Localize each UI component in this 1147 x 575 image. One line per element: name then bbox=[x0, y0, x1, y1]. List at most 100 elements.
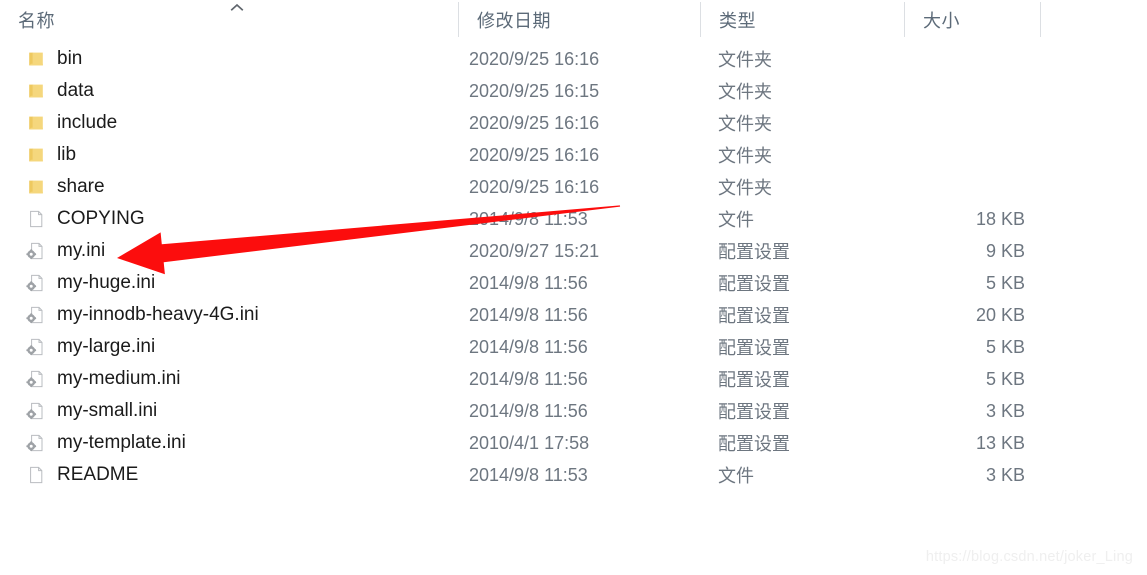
column-header-bar: 名称 修改日期 类型 大小 bbox=[0, 0, 1147, 39]
cell-size: 18 KB bbox=[975, 208, 1025, 229]
watermark-text: https://blog.csdn.net/joker_Ling bbox=[925, 549, 1133, 565]
file-name-label: my-large.ini bbox=[57, 336, 156, 357]
cell-size: 3 KB bbox=[985, 464, 1025, 485]
cell-name[interactable]: my-large.ini bbox=[0, 331, 458, 363]
config-file-icon bbox=[26, 273, 46, 293]
cell-date-modified: 2014/9/8 11:56 bbox=[469, 400, 588, 421]
table-row[interactable]: bin 2020/9/25 16:16 文件夹 bbox=[0, 43, 1147, 75]
cell-date-modified: 2014/9/8 11:53 bbox=[469, 464, 588, 485]
table-row[interactable]: my-innodb-heavy-4G.ini 2014/9/8 11:56 配置设置… bbox=[0, 299, 1147, 331]
column-header-type[interactable]: 类型 bbox=[701, 0, 904, 39]
cell-date-modified: 2014/9/8 11:56 bbox=[469, 368, 588, 389]
table-row[interactable]: my-medium.ini 2014/9/8 11:56 配置设置 5 KB bbox=[0, 363, 1147, 395]
cell-name[interactable]: bin bbox=[0, 43, 458, 75]
cell-name[interactable]: COPYING bbox=[0, 203, 458, 235]
cell-name[interactable]: README bbox=[0, 459, 458, 491]
folder-icon bbox=[26, 81, 46, 101]
table-row[interactable]: my-template.ini 2010/4/1 17:58 配置设置 13 KB bbox=[0, 427, 1147, 459]
cell-type: 配置设置 bbox=[718, 434, 790, 454]
cell-name[interactable]: lib bbox=[0, 139, 458, 171]
cell-type: 文件 bbox=[718, 466, 754, 486]
table-row[interactable]: data 2020/9/25 16:15 文件夹 bbox=[0, 75, 1147, 107]
file-icon bbox=[26, 465, 46, 485]
file-name-label: my-innodb-heavy-4G.ini bbox=[57, 304, 259, 325]
config-file-icon bbox=[26, 241, 46, 261]
column-header-name-label: 名称 bbox=[18, 10, 55, 31]
cell-size: 5 KB bbox=[985, 272, 1025, 293]
folder-icon bbox=[26, 49, 46, 69]
file-name-label: my.ini bbox=[57, 240, 106, 261]
cell-date-modified: 2014/9/8 11:56 bbox=[469, 272, 588, 293]
file-explorer-list-view: 名称 修改日期 类型 大小 bin 2020/9/25 16:16 文件夹 data 2… bbox=[0, 0, 1147, 575]
cell-type: 配置设置 bbox=[718, 402, 790, 422]
column-header-size[interactable]: 大小 bbox=[905, 0, 1041, 39]
cell-date-modified: 2020/9/25 16:15 bbox=[469, 80, 600, 101]
file-name-label: lib bbox=[57, 144, 77, 165]
config-file-icon bbox=[26, 337, 46, 357]
file-name-label: share bbox=[57, 176, 105, 197]
table-row[interactable]: my-huge.ini 2014/9/8 11:56 配置设置 5 KB bbox=[0, 267, 1147, 299]
file-name-label: README bbox=[57, 464, 139, 485]
cell-type: 配置设置 bbox=[718, 274, 790, 294]
cell-size: 20 KB bbox=[975, 304, 1025, 325]
cell-date-modified: 2010/4/1 17:58 bbox=[469, 432, 590, 453]
folder-icon bbox=[26, 177, 46, 197]
cell-date-modified: 2014/9/8 11:53 bbox=[469, 208, 588, 229]
cell-name[interactable]: my-medium.ini bbox=[0, 363, 458, 395]
file-icon bbox=[26, 209, 46, 229]
cell-name[interactable]: my.ini bbox=[0, 235, 458, 267]
cell-type: 文件夹 bbox=[718, 146, 772, 166]
cell-type: 文件 bbox=[718, 210, 754, 230]
cell-name[interactable]: my-template.ini bbox=[0, 427, 458, 459]
cell-size: 9 KB bbox=[985, 240, 1025, 261]
column-separator-4[interactable] bbox=[1040, 2, 1041, 37]
config-file-icon bbox=[26, 305, 46, 325]
column-header-date-modified-label: 修改日期 bbox=[477, 10, 551, 31]
table-row[interactable]: my-small.ini 2014/9/8 11:56 配置设置 3 KB bbox=[0, 395, 1147, 427]
cell-date-modified: 2014/9/8 11:56 bbox=[469, 304, 588, 325]
cell-size bbox=[905, 171, 1041, 203]
config-file-icon bbox=[26, 401, 46, 421]
cell-type: 配置设置 bbox=[718, 370, 790, 390]
cell-type: 文件夹 bbox=[718, 114, 772, 134]
cell-size: 3 KB bbox=[985, 400, 1025, 421]
table-row[interactable]: README 2014/9/8 11:53 文件 3 KB bbox=[0, 459, 1147, 491]
file-name-label: my-medium.ini bbox=[57, 368, 181, 389]
column-header-date-modified[interactable]: 修改日期 bbox=[459, 0, 700, 39]
table-row[interactable]: lib 2020/9/25 16:16 文件夹 bbox=[0, 139, 1147, 171]
config-file-icon bbox=[26, 433, 46, 453]
file-name-label: bin bbox=[57, 48, 83, 69]
cell-size bbox=[905, 139, 1041, 171]
cell-type: 配置设置 bbox=[718, 242, 790, 262]
cell-name[interactable]: share bbox=[0, 171, 458, 203]
file-name-label: data bbox=[57, 80, 94, 101]
file-list: bin 2020/9/25 16:16 文件夹 data 2020/9/25 16:15… bbox=[0, 43, 1147, 491]
cell-name[interactable]: my-huge.ini bbox=[0, 267, 458, 299]
cell-size bbox=[905, 75, 1041, 107]
cell-date-modified: 2020/9/25 16:16 bbox=[469, 176, 600, 197]
table-row[interactable]: my-large.ini 2014/9/8 11:56 配置设置 5 KB bbox=[0, 331, 1147, 363]
folder-icon bbox=[26, 113, 46, 133]
file-name-label: my-small.ini bbox=[57, 400, 158, 421]
cell-type: 文件夹 bbox=[718, 82, 772, 102]
table-row[interactable]: include 2020/9/25 16:16 文件夹 bbox=[0, 107, 1147, 139]
cell-size: 5 KB bbox=[985, 368, 1025, 389]
file-name-label: include bbox=[57, 112, 118, 133]
cell-name[interactable]: data bbox=[0, 75, 458, 107]
cell-date-modified: 2020/9/25 16:16 bbox=[469, 48, 600, 69]
table-row[interactable]: COPYING 2014/9/8 11:53 文件 18 KB bbox=[0, 203, 1147, 235]
cell-date-modified: 2014/9/8 11:56 bbox=[469, 336, 588, 357]
cell-size bbox=[905, 43, 1041, 75]
cell-name[interactable]: my-small.ini bbox=[0, 395, 458, 427]
cell-size: 13 KB bbox=[975, 432, 1025, 453]
file-name-label: COPYING bbox=[57, 208, 145, 229]
table-row[interactable]: my.ini 2020/9/27 15:21 配置设置 9 KB bbox=[0, 235, 1147, 267]
cell-size: 5 KB bbox=[985, 336, 1025, 357]
cell-date-modified: 2020/9/25 16:16 bbox=[469, 144, 600, 165]
column-header-type-label: 类型 bbox=[719, 10, 756, 31]
cell-name[interactable]: my-innodb-heavy-4G.ini bbox=[0, 299, 458, 331]
folder-icon bbox=[26, 145, 46, 165]
cell-name[interactable]: include bbox=[0, 107, 458, 139]
table-row[interactable]: share 2020/9/25 16:16 文件夹 bbox=[0, 171, 1147, 203]
cell-size bbox=[905, 107, 1041, 139]
